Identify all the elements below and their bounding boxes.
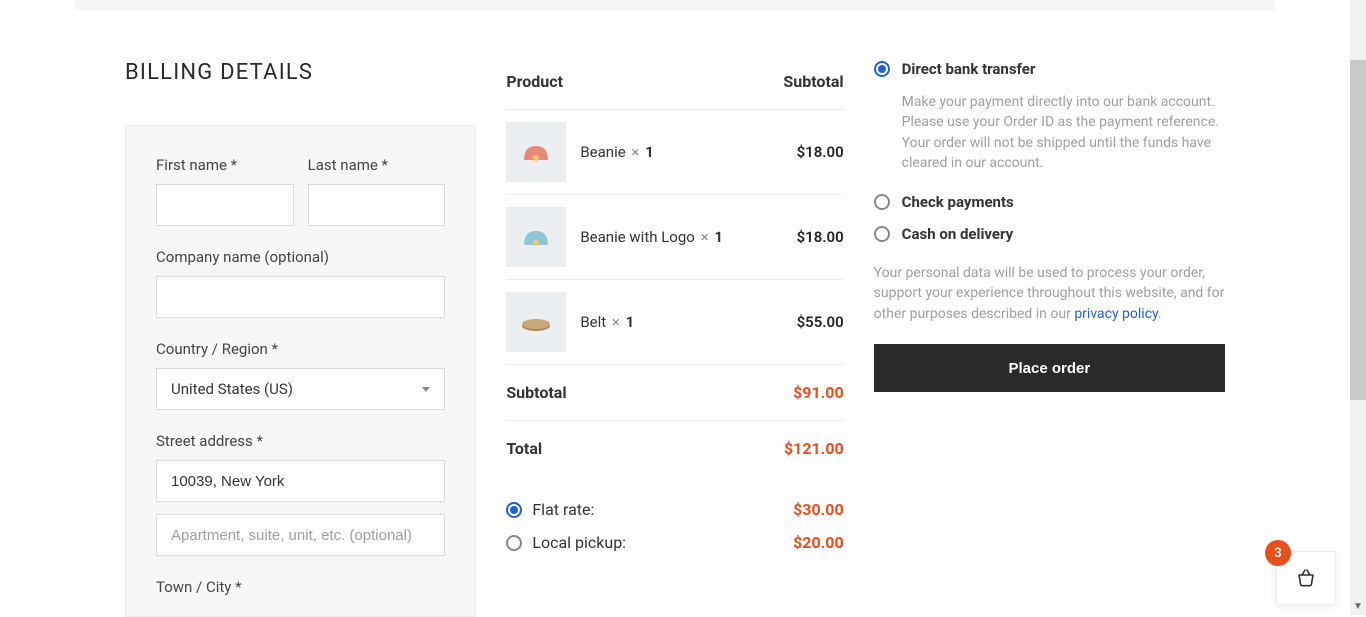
- cod-label: Cash on delivery: [902, 225, 1014, 243]
- radio-icon: [506, 535, 522, 551]
- bank-description: Make your payment directly into our bank…: [902, 92, 1225, 173]
- place-order-button[interactable]: Place order: [874, 344, 1225, 392]
- order-item-row: Beanie with Logo × 1 $18.00: [506, 195, 843, 280]
- street-input[interactable]: [156, 460, 445, 502]
- privacy-text-2: .: [1158, 306, 1162, 322]
- qty-symbol: ×: [612, 313, 620, 331]
- street2-input[interactable]: [156, 514, 445, 556]
- radio-icon-selected: [506, 502, 522, 518]
- local-pickup-price: $20.00: [793, 533, 844, 552]
- first-name-input[interactable]: [156, 184, 294, 226]
- product-name: Beanie with Logo: [580, 228, 695, 246]
- product-price: $18.00: [797, 143, 844, 161]
- basket-icon: [1294, 566, 1318, 590]
- radio-icon: [874, 226, 890, 242]
- payment-bank-transfer[interactable]: Direct bank transfer: [874, 60, 1225, 78]
- shipping-flat-rate[interactable]: Flat rate: $30.00: [506, 500, 843, 519]
- first-name-label: First name *: [156, 156, 294, 174]
- privacy-note: Your personal data will be used to proce…: [874, 263, 1225, 324]
- order-item-row: Belt × 1 $55.00: [506, 280, 843, 365]
- subtotal-label: Subtotal: [506, 383, 566, 402]
- billing-title: BILLING DETAILS: [125, 60, 476, 85]
- product-qty: 1: [626, 313, 635, 331]
- check-label: Check payments: [902, 193, 1014, 211]
- product-thumb-beanie: [506, 122, 566, 182]
- shipping-local-pickup[interactable]: Local pickup: $20.00: [506, 533, 843, 552]
- product-name: Beanie: [580, 143, 625, 161]
- privacy-text-1: Your personal data will be used to proce…: [874, 265, 1225, 322]
- total-label: Total: [506, 439, 542, 458]
- payment-check[interactable]: Check payments: [874, 193, 1225, 211]
- product-thumb-belt: [506, 292, 566, 352]
- order-product-header: Product: [506, 72, 563, 91]
- country-value: United States (US): [171, 380, 293, 398]
- billing-panel: First name * Last name * Company name (o…: [125, 125, 476, 617]
- radio-icon-selected: [874, 61, 890, 77]
- qty-symbol: ×: [701, 228, 709, 246]
- bank-label: Direct bank transfer: [902, 60, 1036, 78]
- company-input[interactable]: [156, 276, 445, 318]
- product-qty: 1: [714, 228, 723, 246]
- country-select[interactable]: United States (US): [156, 368, 445, 410]
- order-subtotal-header: Subtotal: [783, 72, 843, 91]
- product-name: Belt: [580, 313, 606, 331]
- subtotal-value: $91.00: [793, 383, 844, 402]
- top-band: [75, 0, 1275, 10]
- product-qty: 1: [645, 143, 654, 161]
- payment-cod[interactable]: Cash on delivery: [874, 225, 1225, 243]
- last-name-label: Last name *: [308, 156, 446, 174]
- company-label: Company name (optional): [156, 248, 445, 266]
- privacy-policy-link[interactable]: privacy policy: [1074, 306, 1158, 322]
- qty-symbol: ×: [631, 143, 639, 161]
- chevron-down-icon: [422, 387, 430, 392]
- city-label: Town / City *: [156, 578, 445, 596]
- local-pickup-label: Local pickup:: [532, 533, 626, 552]
- product-thumb-beanie-logo: [506, 207, 566, 267]
- total-value: $121.00: [784, 439, 844, 458]
- street-label: Street address *: [156, 432, 445, 450]
- scroll-down-arrow-icon[interactable]: ▼: [1352, 601, 1364, 613]
- product-price: $55.00: [797, 313, 844, 331]
- last-name-input[interactable]: [308, 184, 446, 226]
- radio-icon: [874, 194, 890, 210]
- floating-cart-button[interactable]: 3: [1276, 551, 1336, 605]
- product-price: $18.00: [797, 228, 844, 246]
- order-item-row: Beanie × 1 $18.00: [506, 110, 843, 195]
- flat-rate-label: Flat rate:: [532, 500, 594, 519]
- country-label: Country / Region *: [156, 340, 445, 358]
- scrollbar-thumb[interactable]: [1350, 60, 1366, 400]
- flat-rate-price: $30.00: [793, 500, 844, 519]
- cart-count-badge: 3: [1265, 540, 1291, 566]
